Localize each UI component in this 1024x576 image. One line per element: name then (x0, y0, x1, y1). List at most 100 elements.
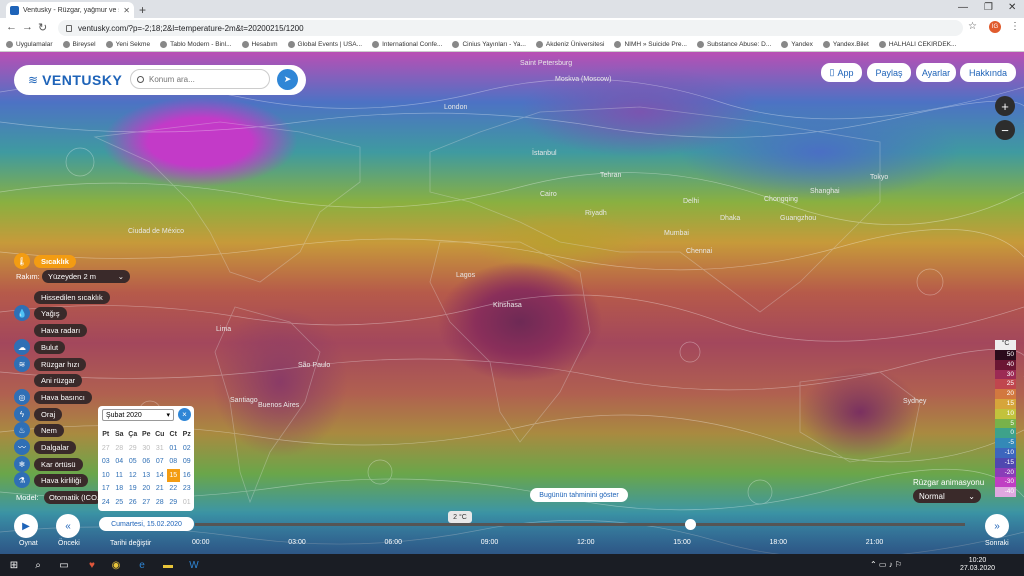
bookmark-item[interactable]: HALHALI CEKIRDEK... (878, 41, 956, 48)
calendar-day[interactable]: 24 (99, 496, 113, 510)
windows-start-icon[interactable]: ⊞ (6, 557, 22, 573)
task-view-icon[interactable]: ▭ (56, 557, 72, 573)
layer-thunderstorm[interactable]: ϟ Oraj (14, 406, 63, 422)
back-icon[interactable]: ← (6, 21, 17, 33)
bookmark-item[interactable]: Yandex (781, 41, 813, 48)
layer-snow[interactable]: ❄ Kar örtüsü (14, 456, 83, 472)
maximize-icon[interactable]: ❐ (984, 2, 993, 13)
profile-avatar[interactable]: IG (989, 21, 1001, 33)
bookmark-item[interactable]: Yeni Sekme (105, 41, 150, 48)
layer-pressure[interactable]: ◎ Hava basıncı (14, 389, 92, 405)
calendar-day[interactable]: 30 (140, 442, 154, 456)
calendar-day[interactable]: 20 (140, 482, 154, 496)
month-select[interactable]: Şubat 2020 ▾ (102, 409, 174, 421)
calendar-day[interactable]: 06 (140, 455, 154, 469)
tray-icons[interactable]: ⌃ ▭ ♪ ⚐ (870, 560, 902, 569)
layer-clouds[interactable]: ☁ Bulut (14, 339, 66, 355)
calendar-day[interactable]: 19 (126, 482, 140, 496)
calendar-day[interactable]: 18 (113, 482, 127, 496)
bookmark-item[interactable]: International Confe... (372, 41, 442, 48)
calendar-day[interactable]: 27 (140, 496, 154, 510)
model-select[interactable]: Otomatik (ICO... (44, 491, 102, 504)
word-icon[interactable]: W (186, 557, 202, 573)
zoom-in-button[interactable]: + (995, 96, 1015, 116)
layer-waves[interactable]: 〰 Dalgalar (14, 439, 76, 455)
close-window-icon[interactable]: ✕ (1008, 2, 1016, 13)
about-button[interactable]: Hakkında (960, 63, 1016, 82)
calendar-day[interactable]: 29 (126, 442, 140, 456)
forward-icon[interactable]: → (22, 21, 33, 33)
calendar-day[interactable]: 11 (113, 469, 127, 483)
app-icon[interactable]: ♥ (84, 557, 100, 573)
layer-radar[interactable]: Hava radarı (34, 323, 88, 337)
share-button[interactable]: Paylaş (867, 63, 911, 82)
calendar-day[interactable]: 21 (153, 482, 167, 496)
previous-button[interactable]: « (56, 514, 80, 538)
calendar-day[interactable]: 17 (99, 482, 113, 496)
address-bar[interactable]: ventusky.com/?p=-2;18;2&l=temperature-2m… (58, 20, 963, 36)
browser-tab[interactable]: Ventusky - Rüzgar, yağmur ve sı... ✕ (6, 2, 134, 18)
edge-icon[interactable]: e (134, 557, 150, 573)
bookmark-star-icon[interactable]: ☆ (968, 21, 977, 32)
layer-humidity[interactable]: ♨ Nem (14, 422, 64, 438)
bookmark-item[interactable]: Uygulamalar (6, 41, 53, 48)
calendar-day[interactable]: 09 (180, 455, 194, 469)
bookmark-item[interactable]: Hesabım (241, 41, 278, 48)
calendar-day[interactable]: 07 (153, 455, 167, 469)
calendar-day[interactable]: 03 (99, 455, 113, 469)
calendar-day[interactable]: 15 (166, 468, 180, 482)
new-tab-button[interactable]: + (139, 3, 146, 17)
chrome-icon[interactable]: ◉ (108, 557, 124, 573)
layer-precipitation[interactable]: 💧 Yağış (14, 305, 67, 321)
calendar-day[interactable]: 12 (126, 469, 140, 483)
calendar-day[interactable]: 01 (167, 442, 181, 456)
bookmark-item[interactable]: Substance Abuse: D... (696, 41, 771, 48)
calendar-day[interactable]: 31 (153, 442, 167, 456)
layer-feels-like[interactable]: Hissedilen sıcaklık (34, 290, 110, 304)
calendar-day[interactable]: 25 (113, 496, 127, 510)
wind-animation-select[interactable]: Normal ⌄ (913, 489, 981, 503)
calendar-day[interactable]: 14 (153, 469, 167, 483)
date-selector[interactable]: Cumartesi, 15.02.2020 (99, 517, 194, 531)
system-clock[interactable]: 10:20 27.03.2020 (960, 557, 995, 573)
calendar-day[interactable]: 29 (167, 496, 181, 510)
calendar-day[interactable]: 08 (167, 455, 181, 469)
bookmark-item[interactable]: Cinius Yayınları - Ya... (452, 41, 526, 48)
calendar-day[interactable]: 10 (99, 469, 113, 483)
bookmark-item[interactable]: Yandex.Bilet (822, 41, 869, 48)
calendar-day[interactable]: 01 (180, 496, 194, 510)
menu-icon[interactable]: ⋮ (1010, 21, 1020, 32)
bookmark-item[interactable]: Akdeniz Üniversitesi (535, 41, 604, 48)
settings-button[interactable]: Ayarlar (916, 63, 956, 82)
show-today-forecast-button[interactable]: Bugünün tahminini göster (530, 488, 628, 502)
layer-wind-speed[interactable]: ≋ Rüzgar hızı (14, 356, 87, 372)
layer-temperature[interactable]: 🌡 Sıcaklık (14, 253, 76, 269)
layer-gusts[interactable]: Ani rüzgar (34, 373, 83, 387)
calendar-day[interactable]: 28 (113, 442, 127, 456)
next-button[interactable]: » (985, 514, 1009, 538)
close-calendar-button[interactable]: × (178, 408, 191, 421)
app-button[interactable]: ▯ App (821, 63, 862, 82)
bookmark-item[interactable]: NIMH » Suicide Pre... (614, 41, 687, 48)
locate-button[interactable]: ➤ (277, 69, 298, 90)
layer-pollution[interactable]: ⚗ Hava kirliliği (14, 472, 89, 488)
calendar-day[interactable]: 26 (126, 496, 140, 510)
level-select[interactable]: Yüzeyden 2 m ⌄ (42, 270, 130, 283)
calendar-day[interactable]: 27 (99, 442, 113, 456)
search-input[interactable] (149, 74, 259, 84)
search-icon[interactable]: ⌕ (30, 557, 46, 573)
calendar-day[interactable]: 02 (180, 442, 194, 456)
calendar-day[interactable]: 05 (126, 455, 140, 469)
close-tab-icon[interactable]: ✕ (123, 6, 130, 15)
calendar-day[interactable]: 28 (153, 496, 167, 510)
calendar-day[interactable]: 23 (180, 482, 194, 496)
bookmark-item[interactable]: Tablo Modern - Binl... (160, 41, 232, 48)
play-button[interactable]: ▶ (14, 514, 38, 538)
reload-icon[interactable]: ↻ (38, 21, 47, 34)
calendar-day[interactable]: 04 (113, 455, 127, 469)
folder-icon[interactable]: ▬ (160, 557, 176, 573)
bookmark-item[interactable]: Bireysel (62, 41, 96, 48)
zoom-out-button[interactable]: − (995, 120, 1015, 140)
minimize-icon[interactable]: — (958, 2, 968, 13)
time-slider-track[interactable] (195, 523, 965, 526)
